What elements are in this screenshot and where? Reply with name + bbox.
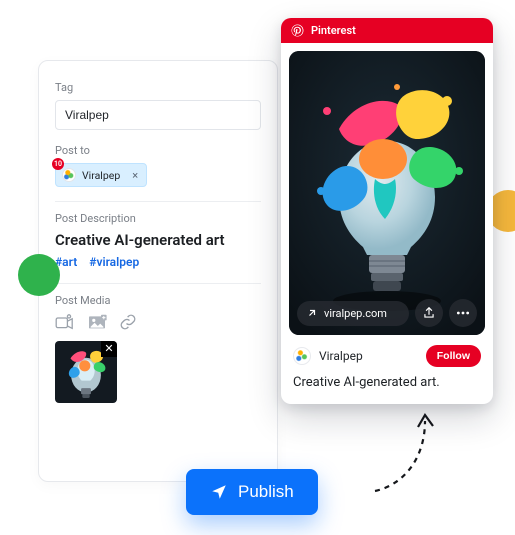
compose-card: Tag Post to 10 Viralpep × Post Descripti…: [38, 60, 278, 482]
account-chip-label: Viralpep: [82, 169, 120, 182]
share-button[interactable]: [415, 299, 443, 327]
pin-source-domain: viralpep.com: [324, 307, 387, 320]
lightbulb-art-icon: [289, 51, 485, 335]
more-button[interactable]: [449, 299, 477, 327]
publish-label: Publish: [238, 482, 294, 502]
follow-button[interactable]: Follow: [426, 345, 481, 367]
remove-media-icon[interactable]: ✕: [101, 341, 117, 357]
pin-caption: Creative AI-generated art.: [281, 371, 493, 404]
more-icon: [456, 311, 470, 315]
media-label: Post Media: [55, 294, 261, 307]
post-to-label: Post to: [55, 144, 261, 157]
pin-image[interactable]: viralpep.com: [289, 51, 485, 335]
pin-source-link[interactable]: viralpep.com: [297, 301, 409, 326]
pinterest-brand-label: Pinterest: [311, 24, 356, 37]
link-icon[interactable]: [119, 313, 137, 331]
description-label: Post Description: [55, 212, 261, 225]
flow-arrow-icon: [363, 407, 453, 499]
external-link-icon: [306, 307, 318, 319]
publish-button[interactable]: Publish: [186, 469, 318, 515]
divider: [55, 283, 261, 284]
tag-label: Tag: [55, 81, 261, 94]
account-chip[interactable]: 10 Viralpep ×: [55, 163, 147, 187]
pinterest-logo-icon: [291, 24, 304, 37]
account-avatar-icon: [293, 347, 311, 365]
chip-remove-icon[interactable]: ×: [132, 169, 138, 182]
share-icon: [422, 306, 436, 320]
hashtag-link[interactable]: #viralpep: [89, 255, 139, 269]
divider: [55, 201, 261, 202]
pinterest-badge-icon: 10: [52, 158, 64, 170]
account-name[interactable]: Viralpep: [319, 349, 418, 363]
description-text[interactable]: Creative AI-generated art: [55, 231, 261, 249]
pinterest-preview-card: Pinterest: [281, 18, 493, 404]
image-icon[interactable]: [87, 314, 107, 330]
tag-input[interactable]: [55, 100, 261, 130]
send-icon: [210, 483, 228, 501]
pinterest-header: Pinterest: [281, 18, 493, 43]
account-avatar-icon: [62, 168, 76, 182]
media-thumbnail[interactable]: ✕: [55, 341, 117, 403]
decorative-circle-green: [18, 254, 60, 296]
video-icon[interactable]: [55, 314, 75, 330]
